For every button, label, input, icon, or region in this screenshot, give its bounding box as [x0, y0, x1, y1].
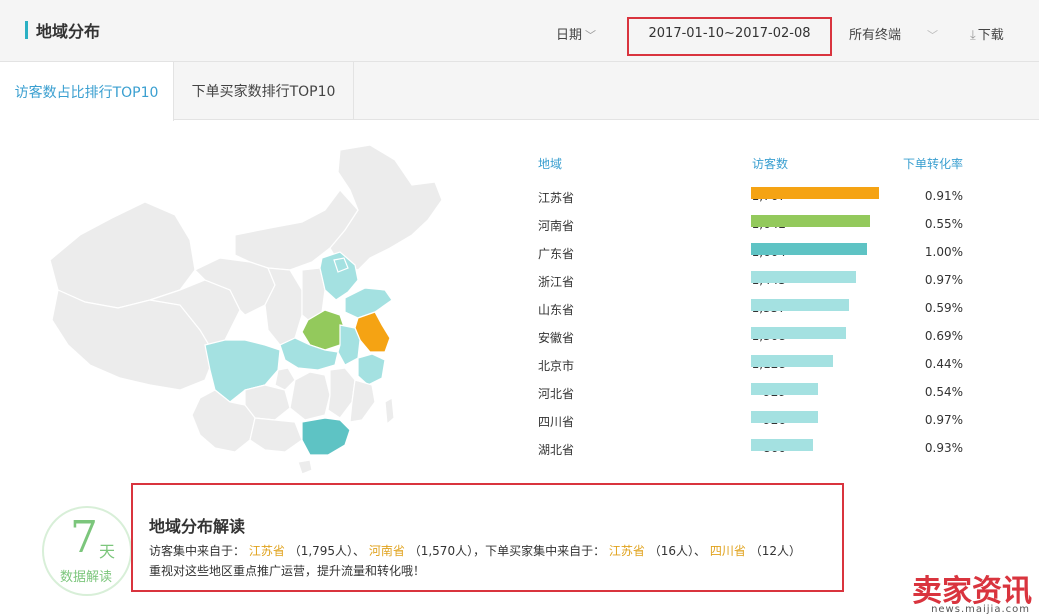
watermark-logo: 卖家资讯 news.maijia.com — [880, 562, 1039, 616]
map-region-jiangsu — [354, 311, 391, 353]
insight-region: 江苏省 — [248, 544, 285, 558]
insight-title: 地域分布解读 — [149, 517, 246, 536]
row-region: 浙江省 — [538, 275, 575, 289]
map-region-shandong — [344, 287, 393, 319]
table-row: 安徽省1,3080.69% — [538, 327, 978, 347]
china-map — [49, 144, 443, 475]
tab-label: 访客数占比排行TOP10 — [14, 84, 159, 101]
table-row: 浙江省1,4450.97% — [538, 271, 978, 291]
seven-day-badge: 7 天 数据解读 — [42, 506, 132, 596]
row-conversion-rate: 0.54% — [924, 385, 963, 399]
map-region-hainan — [297, 459, 313, 475]
row-region: 河北省 — [538, 387, 575, 401]
table-row: 北京市1,1280.44% — [538, 355, 978, 375]
column-header-conversion: 下单转化率 — [903, 157, 964, 171]
insight-line-2: 重视对这些地区重点推广运营，提升流量和转化哦！ — [149, 564, 426, 578]
row-conversion-rate: 1.00% — [924, 245, 963, 259]
row-region: 河南省 — [538, 219, 575, 233]
row-conversion-rate: 0.93% — [924, 441, 963, 455]
insight-count: （12人） — [749, 544, 801, 558]
page-header: 地域分布 日期 ﹀ 2017-01-10~2017-02-08 所有终端 ﹀ ⤓ 下载 — [0, 0, 1039, 62]
map-region-hunan — [289, 371, 331, 421]
row-visits-bar — [751, 355, 833, 367]
table-row: 四川省9260.97% — [538, 411, 978, 431]
row-region: 山东省 — [538, 303, 575, 317]
tab-label: 下单买家数排行TOP10 — [191, 84, 336, 100]
map-region-chongqing — [274, 367, 296, 391]
page-title: 地域分布 — [36, 22, 101, 41]
badge-number: 7 — [70, 512, 98, 563]
download-label: 下载 — [977, 28, 1004, 43]
insight-region: 四川省 — [709, 544, 746, 558]
badge-label: 数据解读 — [60, 570, 113, 585]
download-icon: ⤓ — [970, 28, 976, 43]
download-button[interactable]: ⤓ 下载 — [970, 24, 1004, 43]
table-row: 江苏省1,7670.91% — [538, 187, 978, 207]
insight-prefix: 访客集中来自于： — [149, 544, 246, 558]
map-region-anhui — [337, 324, 361, 366]
row-conversion-rate: 0.69% — [924, 329, 963, 343]
watermark-url: news.maijia.com — [931, 604, 1030, 615]
chevron-down-icon: ﹀ — [585, 29, 597, 42]
terminal-label: 所有终端 — [849, 28, 902, 43]
row-visits-bar — [751, 271, 856, 283]
date-label: 日期 — [556, 28, 583, 43]
insight-box: 地域分布解读 访客集中来自于： 江苏省 （1,795人）、 河南省 （1,570… — [131, 483, 844, 592]
tab-buyer-count[interactable]: 下单买家数排行TOP10 — [174, 62, 354, 120]
map-region-taiwan — [384, 397, 395, 426]
row-conversion-rate: 0.59% — [924, 301, 963, 315]
column-header-region: 地域 — [538, 157, 563, 171]
row-conversion-rate: 0.44% — [924, 357, 963, 371]
table-row: 河南省1,6420.55% — [538, 215, 978, 235]
row-region: 湖北省 — [538, 443, 575, 457]
chevron-down-icon: ﹀ — [927, 29, 939, 42]
row-visits-bar — [751, 327, 846, 339]
row-conversion-rate: 0.97% — [924, 413, 963, 427]
table-row: 山东省1,3570.59% — [538, 299, 978, 319]
row-visits-bar — [751, 411, 818, 423]
insight-region: 河南省 — [368, 544, 405, 558]
insight-count: （1,795人）、 — [288, 544, 366, 558]
insight-count: （16人）、 — [648, 544, 707, 558]
insight-count: （1,570人），下单买家集中来自于： — [408, 544, 606, 558]
insight-region: 江苏省 — [608, 544, 645, 558]
row-conversion-rate: 0.91% — [924, 189, 963, 203]
row-conversion-rate: 0.97% — [924, 273, 963, 287]
insight-line-1: 访客集中来自于： 江苏省 （1,795人）、 河南省 （1,570人），下单买家… — [149, 542, 801, 559]
row-visits-bar — [751, 187, 879, 199]
tab-visitor-share[interactable]: 访客数占比排行TOP10 — [0, 62, 174, 121]
row-region: 北京市 — [538, 359, 575, 373]
row-region: 安徽省 — [538, 331, 575, 345]
row-visits-bar — [751, 383, 818, 395]
row-visits-bar — [751, 215, 870, 227]
column-header-visits: 访客数 — [752, 157, 789, 171]
table-row: 湖北省8600.93% — [538, 439, 978, 459]
map-region-guangxi — [249, 417, 303, 453]
row-visits-bar — [751, 299, 849, 311]
row-region: 四川省 — [538, 415, 575, 429]
terminal-dropdown[interactable]: 所有终端 ﹀ — [849, 24, 938, 43]
title-accent-bar — [25, 21, 28, 39]
table-row: 河北省9290.54% — [538, 383, 978, 403]
tab-bar: 访客数占比排行TOP10 下单买家数排行TOP10 — [0, 62, 1039, 121]
badge-unit: 天 — [99, 542, 116, 561]
map-region-zhejiang — [357, 353, 386, 386]
row-region: 广东省 — [538, 247, 575, 261]
table-row: 广东省1,6041.00% — [538, 243, 978, 263]
date-dropdown[interactable]: 日期 ﹀ — [556, 24, 596, 43]
row-region: 江苏省 — [538, 191, 575, 205]
map-region-guangdong — [301, 417, 351, 456]
row-conversion-rate: 0.55% — [924, 217, 963, 231]
date-range-text: 2017-01-10~2017-02-08 — [648, 26, 811, 41]
row-visits-bar — [751, 439, 813, 451]
row-visits-bar — [751, 243, 867, 255]
date-range-picker[interactable]: 2017-01-10~2017-02-08 — [627, 17, 832, 56]
map-region-fujian — [349, 379, 376, 423]
